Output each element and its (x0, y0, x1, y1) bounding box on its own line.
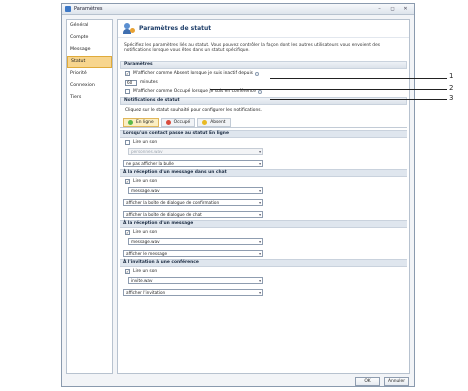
sidebar-item-general[interactable]: Général (67, 20, 112, 32)
tab-busy-label: Occupé (173, 120, 191, 125)
tab-online[interactable]: En ligne (123, 118, 159, 127)
callout-number-2: 2 (449, 84, 454, 92)
minutes-unit: minutes (140, 80, 158, 85)
chat-confirm-select[interactable]: afficher la boîte de dialogue de confirm… (123, 199, 263, 206)
tab-busy[interactable]: Occupé (160, 118, 196, 127)
chevron-down-icon: ▾ (259, 212, 261, 217)
chat-sound-value: message.wav (131, 188, 160, 193)
contact-sound-label: Lire un son (133, 140, 158, 145)
ok-button[interactable]: OK (355, 377, 380, 386)
content-header: Paramètres de statut (118, 20, 409, 38)
group-chat-message: À la réception d'un message dans un chat (120, 169, 407, 177)
callout-line-1 (270, 78, 447, 79)
chevron-down-icon: ▾ (259, 239, 261, 244)
chat-sound-row: ✓ Lire un son (118, 177, 409, 186)
page-description: Spécifiez les paramètres liés au statut.… (124, 43, 381, 54)
tab-online-label: En ligne (136, 120, 154, 125)
minimize-button[interactable]: – (375, 6, 384, 13)
message-sound-value: message.wav (131, 239, 160, 244)
sidebar-item-connection[interactable]: Connexion (67, 80, 112, 92)
app-icon (65, 6, 71, 12)
tab-away[interactable]: Absent (197, 118, 231, 127)
callout-number-1: 1 (449, 72, 454, 80)
chat-sound-label: Lire un son (133, 179, 158, 184)
maximize-button[interactable]: ◻ (388, 6, 397, 13)
message-display-select[interactable]: afficher le message ▾ (123, 250, 263, 257)
tab-away-label: Absent (210, 120, 226, 125)
message-sound-checkbox[interactable]: ✓ (125, 230, 130, 235)
contact-sound-select[interactable]: personnes.wav ▾ (128, 148, 263, 155)
info-icon (258, 89, 263, 94)
conference-sound-value: invite.wav (131, 278, 153, 283)
page-title: Paramètres de statut (139, 25, 212, 32)
away-status-icon (202, 120, 208, 125)
busy-status-icon (165, 120, 171, 125)
info-icon (254, 71, 259, 76)
chat-sound-select[interactable]: message.wav ▾ (128, 187, 263, 194)
window-controls: – ◻ ✕ (375, 6, 414, 13)
chat-sound-checkbox[interactable]: ✓ (125, 179, 130, 184)
contact-popup-select[interactable]: ne pas afficher la bulle ▾ (123, 160, 263, 167)
away-row: ✓ M'afficher comme Absent lorsque je sui… (118, 69, 409, 78)
chat-dialog-value: afficher la boîte de dialogue de chat (126, 212, 202, 217)
contact-popup-value: ne pas afficher la bulle (126, 161, 174, 166)
chat-confirm-value: afficher la boîte de dialogue de confirm… (126, 200, 220, 205)
window-title: Paramètres (74, 6, 103, 12)
conference-sound-label: Lire un son (133, 269, 158, 274)
message-sound-row: ✓ Lire un son (118, 228, 409, 237)
chevron-down-icon: ▾ (259, 188, 261, 193)
chevron-down-icon: ▾ (259, 161, 261, 166)
contact-sound-checkbox[interactable] (125, 140, 130, 145)
busy-checkbox[interactable] (125, 89, 130, 94)
settings-window: Paramètres – ◻ ✕ Général Compte Message … (61, 3, 415, 387)
chevron-down-icon: ▾ (259, 278, 261, 283)
group-conference: À l'invitation à une conférence (120, 259, 407, 267)
callout-number-3: 3 (449, 94, 454, 102)
message-sound-select[interactable]: message.wav ▾ (128, 238, 263, 245)
chevron-down-icon: ▾ (259, 200, 261, 205)
chat-dialog-select[interactable]: afficher la boîte de dialogue de chat ▾ (123, 211, 263, 218)
sidebar-item-priority[interactable]: Priorité (67, 68, 112, 80)
chevron-down-icon: ▾ (259, 149, 261, 154)
chevron-down-icon: ▾ (259, 290, 261, 295)
message-sound-label: Lire un son (133, 230, 158, 235)
away-checkbox[interactable]: ✓ (125, 71, 130, 76)
conference-display-value: afficher l'invitation (126, 290, 166, 295)
away-label: M'afficher comme Absent lorsque je suis … (133, 71, 253, 76)
minutes-input[interactable]: 60 (125, 79, 137, 86)
title-bar: Paramètres – ◻ ✕ (62, 4, 414, 15)
users-status-icon (123, 22, 135, 35)
group-message: À la réception d'un message (120, 220, 407, 228)
close-button[interactable]: ✕ (401, 6, 410, 13)
sidebar-item-third-party[interactable]: Tiers (67, 92, 112, 104)
conference-sound-row: ✓ Lire un son (118, 267, 409, 276)
conference-sound-select[interactable]: invite.wav ▾ (128, 277, 263, 284)
contact-sound-value: personnes.wav (131, 149, 163, 154)
section-parametres: Paramètres (120, 61, 407, 69)
status-tabs: En ligne Occupé Absent (123, 116, 409, 127)
tab-divider (120, 127, 407, 128)
conference-display-select[interactable]: afficher l'invitation ▾ (123, 289, 263, 296)
contact-sound-row: Lire un son (118, 138, 409, 147)
cancel-button[interactable]: Annuler (384, 377, 409, 386)
settings-content: Paramètres de statut Spécifiez les param… (117, 19, 410, 374)
conference-sound-checkbox[interactable]: ✓ (125, 269, 130, 274)
group-contact-online: Lorsqu'un contact passe au statut En lig… (120, 130, 407, 138)
message-display-value: afficher le message (126, 251, 168, 256)
chevron-down-icon: ▾ (259, 251, 261, 256)
notifications-hint: Cliquez sur le statut souhaité pour conf… (125, 108, 262, 113)
online-status-icon (128, 120, 133, 125)
callout-line-3 (270, 99, 447, 100)
minutes-row: 60 minutes (118, 78, 409, 87)
sidebar-item-status[interactable]: Statut (67, 56, 112, 68)
settings-sidebar: Général Compte Message Statut Priorité C… (66, 19, 113, 374)
sidebar-item-message[interactable]: Message (67, 44, 112, 56)
sidebar-item-account[interactable]: Compte (67, 32, 112, 44)
callout-line-2 (210, 89, 447, 90)
